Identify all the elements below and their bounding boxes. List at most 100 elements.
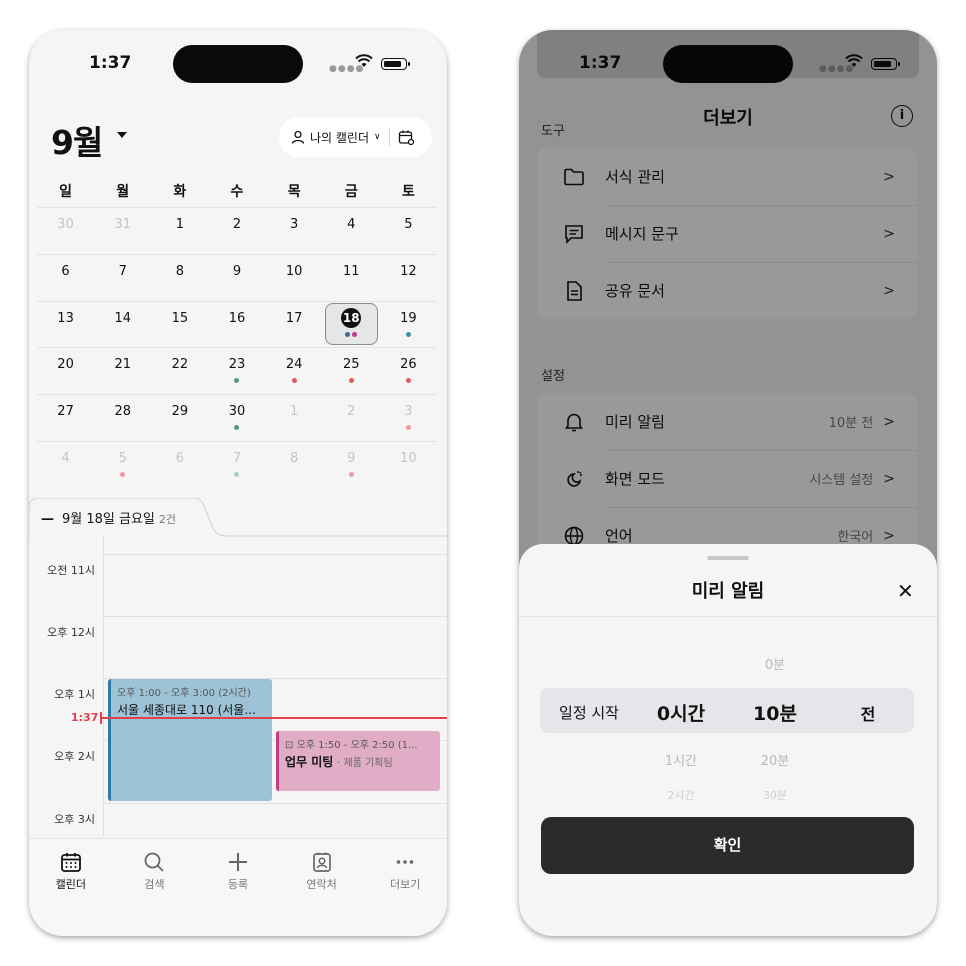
tab-contacts[interactable]: 연락처 [280, 839, 364, 936]
day-cell[interactable]: 2 [208, 208, 265, 254]
day-cell[interactable]: 4 [323, 208, 380, 254]
sheet-grabber[interactable] [707, 556, 749, 560]
day-cell[interactable]: 24 [266, 348, 323, 394]
chevron-down-icon: ∨ [374, 132, 381, 142]
battery-icon [381, 58, 410, 70]
hour-label: 오후 12시 [47, 626, 95, 639]
repeat-icon: ⊡ [285, 740, 297, 751]
week-row: 30 31 1 2 3 4 5 [37, 207, 437, 254]
confirm-button[interactable]: 확인 [541, 817, 914, 874]
timeline-axis [103, 536, 104, 836]
day-cell[interactable]: 25 [323, 348, 380, 394]
current-time-marker [100, 712, 102, 724]
hour-option[interactable]: 2시간 [641, 787, 721, 803]
month-title[interactable]: 9월 [51, 116, 103, 164]
day-cell[interactable]: 5 [94, 442, 151, 488]
day-cell[interactable]: 3 [380, 395, 437, 441]
event-block[interactable]: 오후 1:00 - 오후 3:00 (2시간) 서울 세종대로 110 (서울.… [108, 679, 272, 801]
dynamic-island [173, 45, 303, 83]
weekday-header: 일 월 화 수 목 금 토 [37, 180, 437, 208]
event-dot [348, 471, 354, 477]
event-count: 2건 [158, 513, 177, 526]
day-cell[interactable]: 6 [151, 442, 208, 488]
day-cell[interactable]: 23 [208, 348, 265, 394]
more-screen: 1:37 ●●●● 더보기 i 도구 서식 관리 > 메시지 문구 > 공유 문… [519, 30, 937, 936]
weekday-label: 수 [230, 184, 244, 200]
day-cell[interactable]: 10 [266, 255, 323, 301]
minute-option[interactable]: 30분 [735, 787, 815, 803]
day-cell[interactable]: 4 [37, 442, 94, 488]
more-icon [396, 860, 414, 864]
event-dot [234, 471, 240, 477]
event-title: 업무 미팅 · 제품 기획팀 [285, 755, 393, 769]
current-time-line [101, 717, 447, 719]
calendar-settings-icon[interactable] [398, 129, 415, 146]
day-cell[interactable]: 22 [151, 348, 208, 394]
hour-picker-selected[interactable]: 0시간 [641, 699, 721, 726]
tab-calendar[interactable]: 캘린더 [29, 839, 113, 936]
hour-option[interactable]: 1시간 [641, 750, 721, 769]
day-cell[interactable]: 14 [94, 302, 151, 348]
day-cell[interactable]: 6 [37, 255, 94, 301]
minute-option[interactable]: 20분 [735, 750, 815, 769]
current-time-label: 1:37 [71, 711, 99, 724]
day-cell-today[interactable]: 18 [323, 302, 380, 348]
wifi-icon [355, 54, 373, 67]
day-cell[interactable]: 28 [94, 395, 151, 441]
day-cell[interactable]: 7 [208, 442, 265, 488]
day-cell[interactable]: 20 [37, 348, 94, 394]
day-cell[interactable]: 7 [94, 255, 151, 301]
day-cell[interactable]: 2 [323, 395, 380, 441]
tab-label: 캘린더 [55, 878, 86, 891]
tab-more[interactable]: 더보기 [363, 839, 447, 936]
day-panel-header[interactable]: — 9월 18일 금요일 2건 [41, 508, 176, 527]
calendar-icon [60, 853, 81, 872]
day-cell[interactable]: 8 [151, 255, 208, 301]
day-cell[interactable]: 21 [94, 348, 151, 394]
day-cell[interactable]: 5 [380, 208, 437, 254]
day-cell[interactable]: 11 [323, 255, 380, 301]
day-cell[interactable]: 1 [151, 208, 208, 254]
event-block[interactable]: ⊡ 오후 1:50 - 오후 2:50 (1... 업무 미팅 · 제품 기획팀 [276, 731, 440, 791]
day-cell[interactable]: 16 [208, 302, 265, 348]
weekday-label: 월 [116, 184, 130, 200]
day-cell[interactable]: 30 [37, 208, 94, 254]
divider [388, 128, 390, 146]
day-cell[interactable]: 3 [266, 208, 323, 254]
day-cell[interactable]: 13 [37, 302, 94, 348]
tab-search[interactable]: 검색 [113, 839, 197, 936]
event-dot [348, 378, 354, 384]
day-cell[interactable]: 9 [323, 442, 380, 488]
weekday-label: 토 [401, 184, 415, 200]
day-cell[interactable]: 27 [37, 395, 94, 441]
calendar-selector-button[interactable]: 나의 캘린더 ∨ [279, 117, 432, 157]
day-cell[interactable]: 8 [266, 442, 323, 488]
day-cell[interactable]: 1 [266, 395, 323, 441]
event-dot [405, 378, 411, 384]
day-cell[interactable]: 17 [266, 302, 323, 348]
minute-option[interactable]: 0분 [735, 654, 815, 673]
month-dropdown-icon[interactable] [117, 132, 127, 138]
day-cell[interactable]: 10 [380, 442, 437, 488]
day-cell[interactable]: 15 [151, 302, 208, 348]
day-cell[interactable]: 19 [380, 302, 437, 348]
person-icon [291, 130, 305, 144]
status-bar: 1:37 ●●●● [29, 30, 447, 94]
day-cell[interactable]: 9 [208, 255, 265, 301]
calendar-screen: 1:37 ●●●● 9월 나의 캘린더 ∨ 일 월 화 수 목 금 토 30 3… [29, 30, 447, 936]
minute-picker-selected[interactable]: 10분 [735, 699, 815, 726]
calendar-selector-label: 나의 캘린더 [310, 130, 370, 145]
tab-label: 검색 [144, 878, 165, 891]
tab-bar: 캘린더 검색 등록 연락처 더보기 [29, 838, 447, 936]
close-icon[interactable]: ✕ [897, 579, 914, 603]
divider [519, 616, 937, 617]
plus-icon [228, 853, 247, 871]
collapse-icon[interactable]: — [41, 512, 54, 527]
day-cell[interactable]: 26 [380, 348, 437, 394]
tab-add[interactable]: 등록 [196, 839, 280, 936]
day-cell[interactable]: 31 [94, 208, 151, 254]
day-cell[interactable]: 29 [151, 395, 208, 441]
day-cell[interactable]: 30 [208, 395, 265, 441]
day-cell[interactable]: 12 [380, 255, 437, 301]
event-dot [291, 378, 297, 384]
